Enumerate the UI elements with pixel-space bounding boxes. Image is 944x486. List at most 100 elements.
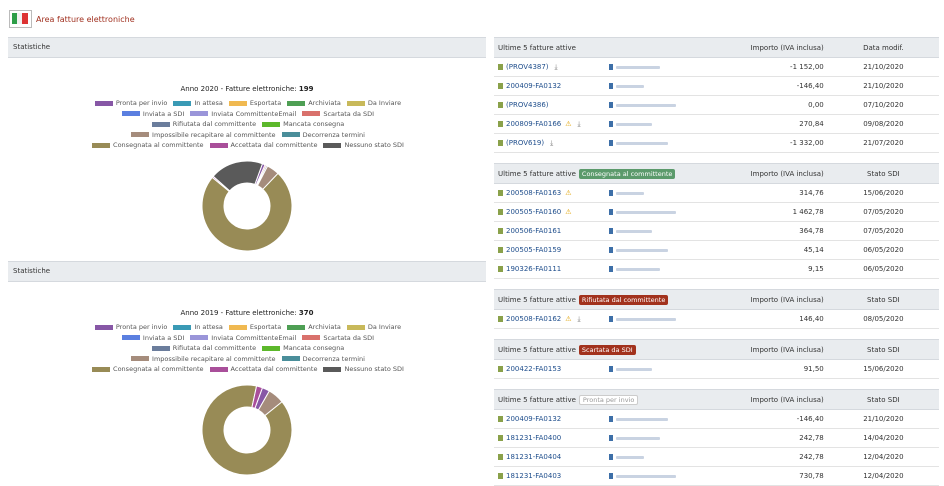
redacted-customer-name[interactable] [616, 436, 661, 440]
redacted-customer-name[interactable] [616, 122, 653, 126]
redacted-customer-name[interactable] [616, 65, 661, 69]
redacted-customer-name[interactable] [616, 455, 645, 459]
redacted-customer-name[interactable] [616, 474, 677, 478]
invoice-link[interactable]: 200505-FA0159 [506, 246, 561, 254]
table-row[interactable]: 200508-FA0163 ⚠ 314,76 15/06/2020 [494, 183, 939, 203]
legend-item[interactable]: Accettata dal committente [209, 364, 317, 375]
legend-item[interactable]: Decorrenza termini [281, 130, 365, 141]
legend-item[interactable]: Mancata consegna [262, 343, 344, 354]
legend-item[interactable]: Nessuno stato SDI [323, 364, 404, 375]
redacted-customer-name[interactable] [616, 267, 661, 271]
table-row[interactable]: 200809-FA0166 ⚠ ⤓ 270,84 09/08/2020 [494, 114, 939, 134]
legend-label: Pronta per invio [115, 323, 168, 331]
table-row[interactable]: 181231-FA0404 242,78 12/04/2020 [494, 447, 939, 467]
download-icon[interactable]: ⤓ [550, 139, 553, 148]
table-row[interactable]: 200409-FA0132 -146,40 21/10/2020 [494, 76, 939, 96]
document-icon[interactable] [498, 228, 503, 234]
legend-item[interactable]: Inviata CommittenteEmail [190, 109, 296, 120]
download-icon[interactable]: ⤓ [578, 120, 581, 129]
legend-item[interactable]: Rifiutata dal committente [151, 119, 256, 130]
invoice-link[interactable]: 200508-FA0163 [506, 189, 561, 197]
legend-item[interactable]: Impossibile recapitare al committente [131, 130, 276, 141]
invoice-link[interactable]: (PROV4386) [506, 101, 549, 109]
invoice-link[interactable]: 181231-FA0400 [506, 434, 561, 442]
table-row[interactable]: 200422-FA0153 91,50 15/06/2020 [494, 359, 939, 379]
document-icon[interactable] [498, 190, 503, 196]
amount-cell: -1 332,00 [716, 133, 828, 153]
redacted-customer-name[interactable] [616, 417, 669, 421]
legend-item[interactable]: In attesa [173, 98, 223, 109]
redacted-customer-name[interactable] [616, 103, 677, 107]
table-row[interactable]: (PROV4387) ⤓ -1 152,00 21/10/2020 [494, 57, 939, 77]
invoice-link[interactable]: 181231-FA0404 [506, 453, 561, 461]
legend-item[interactable]: Esportata [228, 98, 281, 109]
redacted-customer-name[interactable] [616, 210, 677, 214]
invoice-link[interactable]: 200506-FA0161 [506, 227, 561, 235]
table-row[interactable]: 200409-FA0132 -146,40 21/10/2020 [494, 409, 939, 429]
redacted-customer-name[interactable] [616, 229, 653, 233]
legend-item[interactable]: Inviata a SDI [121, 109, 184, 120]
redacted-customer-name[interactable] [616, 141, 669, 145]
table-row[interactable]: 200506-FA0161 364,78 07/05/2020 [494, 221, 939, 241]
table-row[interactable]: 200508-FA0162 ⚠ ⤓ 146,40 08/05/2020 [494, 309, 939, 329]
invoice-link[interactable]: 200422-FA0153 [506, 365, 561, 373]
legend-item[interactable]: Rifiutata dal committente [151, 343, 256, 354]
legend-item[interactable]: Decorrenza termini [281, 354, 365, 365]
document-icon[interactable] [498, 63, 503, 70]
download-icon[interactable]: ⤓ [555, 63, 558, 72]
legend-item[interactable]: Da Inviare [346, 322, 401, 333]
legend-item[interactable]: Archiviata [287, 322, 341, 333]
redacted-customer-name[interactable] [616, 248, 669, 252]
table-row[interactable]: 181231-FA0403 730,78 12/04/2020 [494, 466, 939, 486]
redacted-customer-name[interactable] [616, 84, 645, 88]
invoice-link[interactable]: 200508-FA0162 [506, 315, 561, 323]
legend-item[interactable]: Inviata a SDI [121, 333, 184, 344]
document-icon[interactable] [498, 139, 503, 146]
table-row[interactable]: (PROV619) ⤓ -1 332,00 21/07/2020 [494, 133, 939, 153]
legend-item[interactable]: In attesa [173, 322, 223, 333]
table-row[interactable]: 181231-FA0400 242,78 14/04/2020 [494, 428, 939, 448]
legend-item[interactable]: Pronta per invio [94, 98, 167, 109]
legend-item[interactable]: Scartata da SDI [302, 109, 374, 120]
table-row[interactable]: (PROV4386) 0,00 07/10/2020 [494, 95, 939, 115]
document-icon[interactable] [498, 102, 503, 108]
document-icon[interactable] [498, 366, 503, 372]
legend-item[interactable]: Inviata CommittenteEmail [190, 333, 296, 344]
invoice-link[interactable]: 200809-FA0166 [506, 120, 561, 128]
legend-item[interactable]: Scartata da SDI [302, 333, 374, 344]
legend-item[interactable]: Consegnata al committente [92, 140, 204, 151]
redacted-customer-name[interactable] [616, 367, 653, 371]
download-icon[interactable]: ⤓ [578, 315, 581, 324]
table-row[interactable]: 200505-FA0159 45,14 06/05/2020 [494, 240, 939, 260]
invoice-link[interactable]: 200409-FA0132 [506, 415, 561, 423]
invoice-link[interactable]: (PROV4387) [506, 63, 549, 71]
table-row[interactable]: 190326-FA0111 9,15 06/05/2020 [494, 259, 939, 279]
legend-item[interactable]: Da Inviare [346, 98, 401, 109]
legend-item[interactable]: Impossibile recapitare al committente [131, 354, 276, 365]
document-icon[interactable] [498, 266, 503, 272]
legend-item[interactable]: Archiviata [287, 98, 341, 109]
document-icon[interactable] [498, 83, 503, 89]
document-icon[interactable] [498, 435, 503, 441]
invoice-link[interactable]: 200409-FA0132 [506, 82, 561, 90]
document-icon[interactable] [498, 247, 503, 253]
invoice-link[interactable]: 200505-FA0160 [506, 208, 561, 216]
invoice-link[interactable]: 190326-FA0111 [506, 265, 561, 273]
document-icon[interactable] [498, 454, 503, 460]
invoice-link[interactable]: 181231-FA0403 [506, 472, 561, 480]
invoice-link[interactable]: (PROV619) [506, 139, 544, 147]
document-icon[interactable] [498, 315, 503, 322]
legend-item[interactable]: Nessuno stato SDI [323, 140, 404, 151]
redacted-customer-name[interactable] [616, 191, 645, 195]
legend-item[interactable]: Pronta per invio [94, 322, 168, 333]
document-icon[interactable] [498, 120, 503, 127]
legend-item[interactable]: Esportata [228, 322, 281, 333]
redacted-customer-name[interactable] [616, 317, 677, 321]
document-icon[interactable] [498, 416, 503, 422]
table-row[interactable]: 200505-FA0160 ⚠ 1 462,78 07/05/2020 [494, 202, 939, 222]
document-icon[interactable] [498, 209, 503, 215]
legend-item[interactable]: Mancata consegna [262, 119, 344, 130]
legend-item[interactable]: Accettata dal committente [209, 140, 317, 151]
legend-item[interactable]: Consegnata al committente [92, 364, 204, 375]
donut-slice-consegnata-al-committente[interactable] [201, 172, 293, 252]
